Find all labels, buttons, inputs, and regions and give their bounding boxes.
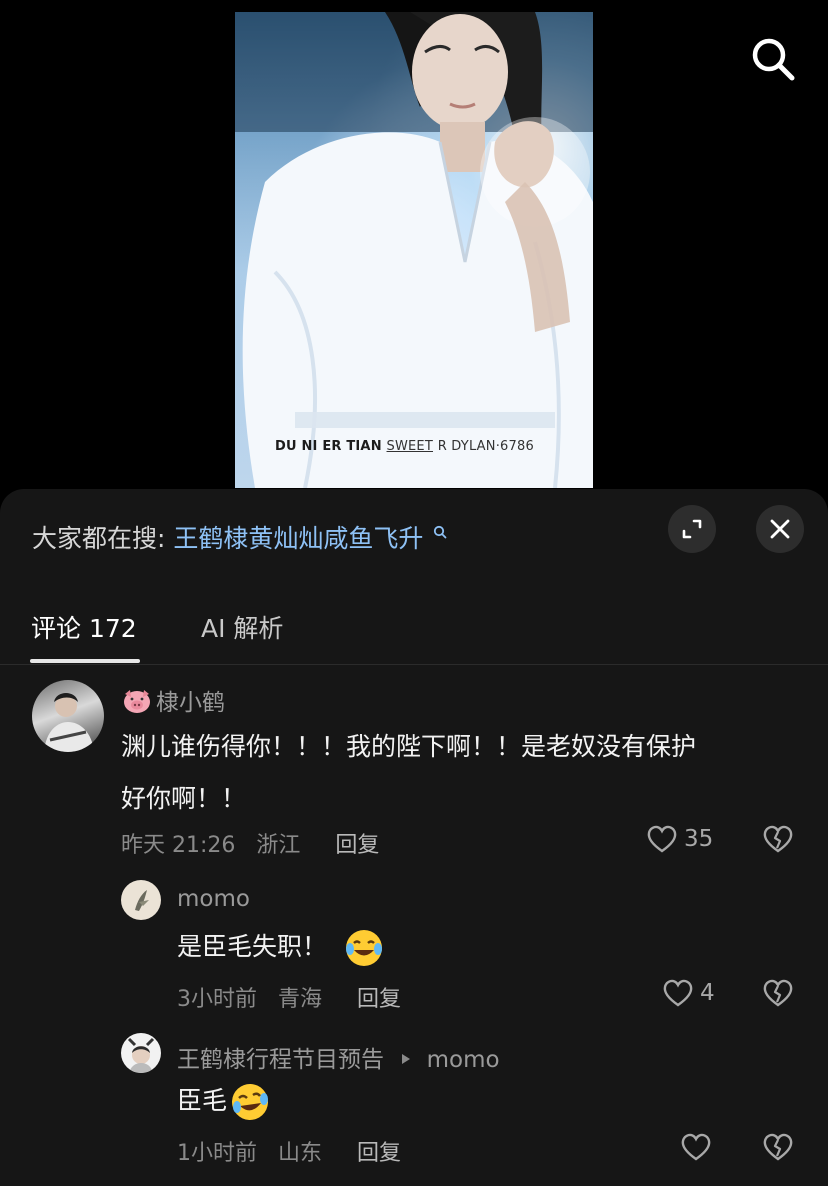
avatar[interactable] <box>121 880 161 920</box>
comment-panel: 大家都在搜: 王鹤棣黄灿灿咸鱼飞升 评论 172 AI 解析 棣小鹤 渊儿谁伤得… <box>0 489 828 1186</box>
broken-heart-icon <box>763 979 793 1007</box>
screen: DU NI ER TIAN SWEET R DYLAN·6786 大家都在搜: … <box>0 0 828 1186</box>
comment-text-line1: 渊儿谁伤得你！！！我的陛下啊！！是老奴没有保护 <box>121 732 697 761</box>
like-button[interactable]: 35 <box>646 824 713 854</box>
reply-button[interactable]: 回复 <box>335 833 379 858</box>
like-button[interactable] <box>680 1132 718 1162</box>
reply-text-content: 是臣毛失职！ <box>177 932 328 961</box>
video-watermark: DU NI ER TIAN SWEET R DYLAN·6786 <box>275 439 534 454</box>
like-count: 4 <box>700 980 715 1006</box>
avatar-image <box>127 1037 155 1073</box>
comment-location: 浙江 <box>256 833 301 858</box>
like-count: 35 <box>684 826 714 852</box>
reply-to-username[interactable]: momo <box>427 1047 500 1073</box>
crying-laughing-emoji-icon <box>232 1084 269 1120</box>
reply-button[interactable]: 回复 <box>357 1141 401 1166</box>
reply-button[interactable]: 回复 <box>357 987 401 1012</box>
hot-search-term[interactable]: 王鹤棣黄灿灿咸鱼飞升 <box>173 524 423 553</box>
small-search-icon <box>434 525 447 539</box>
tab-comments[interactable]: 评论 172 <box>31 609 137 645</box>
reply-location: 青海 <box>278 987 323 1012</box>
tab-ai-analysis[interactable]: AI 解析 <box>201 609 283 645</box>
pig-emoji-icon <box>124 690 150 713</box>
avatar[interactable] <box>121 1033 161 1073</box>
video-player[interactable]: DU NI ER TIAN SWEET R DYLAN·6786 <box>235 12 593 488</box>
reply-time: 1小时前 <box>177 1141 257 1166</box>
dislike-button[interactable] <box>762 978 794 1012</box>
expand-icon <box>682 519 702 539</box>
reply-meta: 3小时前 青海 回复 <box>177 981 401 1013</box>
watermark-left: DU NI ER TIAN <box>275 439 382 454</box>
broken-heart-icon <box>763 1133 793 1161</box>
close-icon <box>770 519 790 539</box>
tab-divider <box>0 664 828 665</box>
reply-username[interactable]: 王鹤棣行程节目预告 momo <box>177 1040 500 1074</box>
broken-heart-icon <box>763 825 793 853</box>
reply-text: 臣毛 <box>177 1075 777 1127</box>
comment-meta: 昨天 21:26 浙江 回复 <box>121 827 379 859</box>
reply-time: 3小时前 <box>177 987 257 1012</box>
watermark-tail: R DYLAN·6786 <box>437 439 534 454</box>
watermark-mid: SWEET <box>386 439 433 454</box>
reply-username[interactable]: momo <box>177 886 250 912</box>
search-icon <box>752 38 795 81</box>
comment-text-line2: 好你啊！！ <box>121 784 247 813</box>
dislike-button[interactable] <box>762 824 794 858</box>
reply-username-text: 王鹤棣行程节目预告 <box>177 1047 384 1073</box>
reply-text: 是臣毛失职！ <box>177 921 777 973</box>
close-button[interactable] <box>756 505 804 553</box>
heart-outline-icon <box>663 979 693 1007</box>
reply-text-content: 臣毛 <box>177 1086 228 1115</box>
avatar-image <box>44 693 94 752</box>
comment-username-text: 棣小鹤 <box>156 690 225 716</box>
reply-location: 山东 <box>278 1141 323 1166</box>
reply-arrow-icon <box>402 1054 411 1064</box>
heart-outline-icon <box>681 1133 711 1161</box>
hot-search-bar[interactable]: 大家都在搜: 王鹤棣黄灿灿咸鱼飞升 <box>32 519 447 555</box>
like-button[interactable]: 4 <box>662 978 715 1008</box>
heart-outline-icon <box>647 825 677 853</box>
video-frame-illustration <box>235 12 593 488</box>
avatar[interactable] <box>32 680 104 752</box>
comment-username[interactable]: 棣小鹤 <box>122 683 225 717</box>
comment-time: 昨天 21:26 <box>121 833 236 858</box>
comment-text: 渊儿谁伤得你！！！我的陛下啊！！是老奴没有保护 好你啊！！ <box>121 721 811 825</box>
avatar-image <box>135 890 149 911</box>
hot-search-label: 大家都在搜: <box>32 524 166 553</box>
tab-active-indicator <box>30 659 140 663</box>
tears-of-joy-emoji-icon <box>345 930 382 966</box>
dislike-button[interactable] <box>762 1132 794 1166</box>
reply-meta: 1小时前 山东 回复 <box>177 1135 401 1167</box>
expand-button[interactable] <box>668 505 716 553</box>
search-button[interactable] <box>748 34 798 84</box>
